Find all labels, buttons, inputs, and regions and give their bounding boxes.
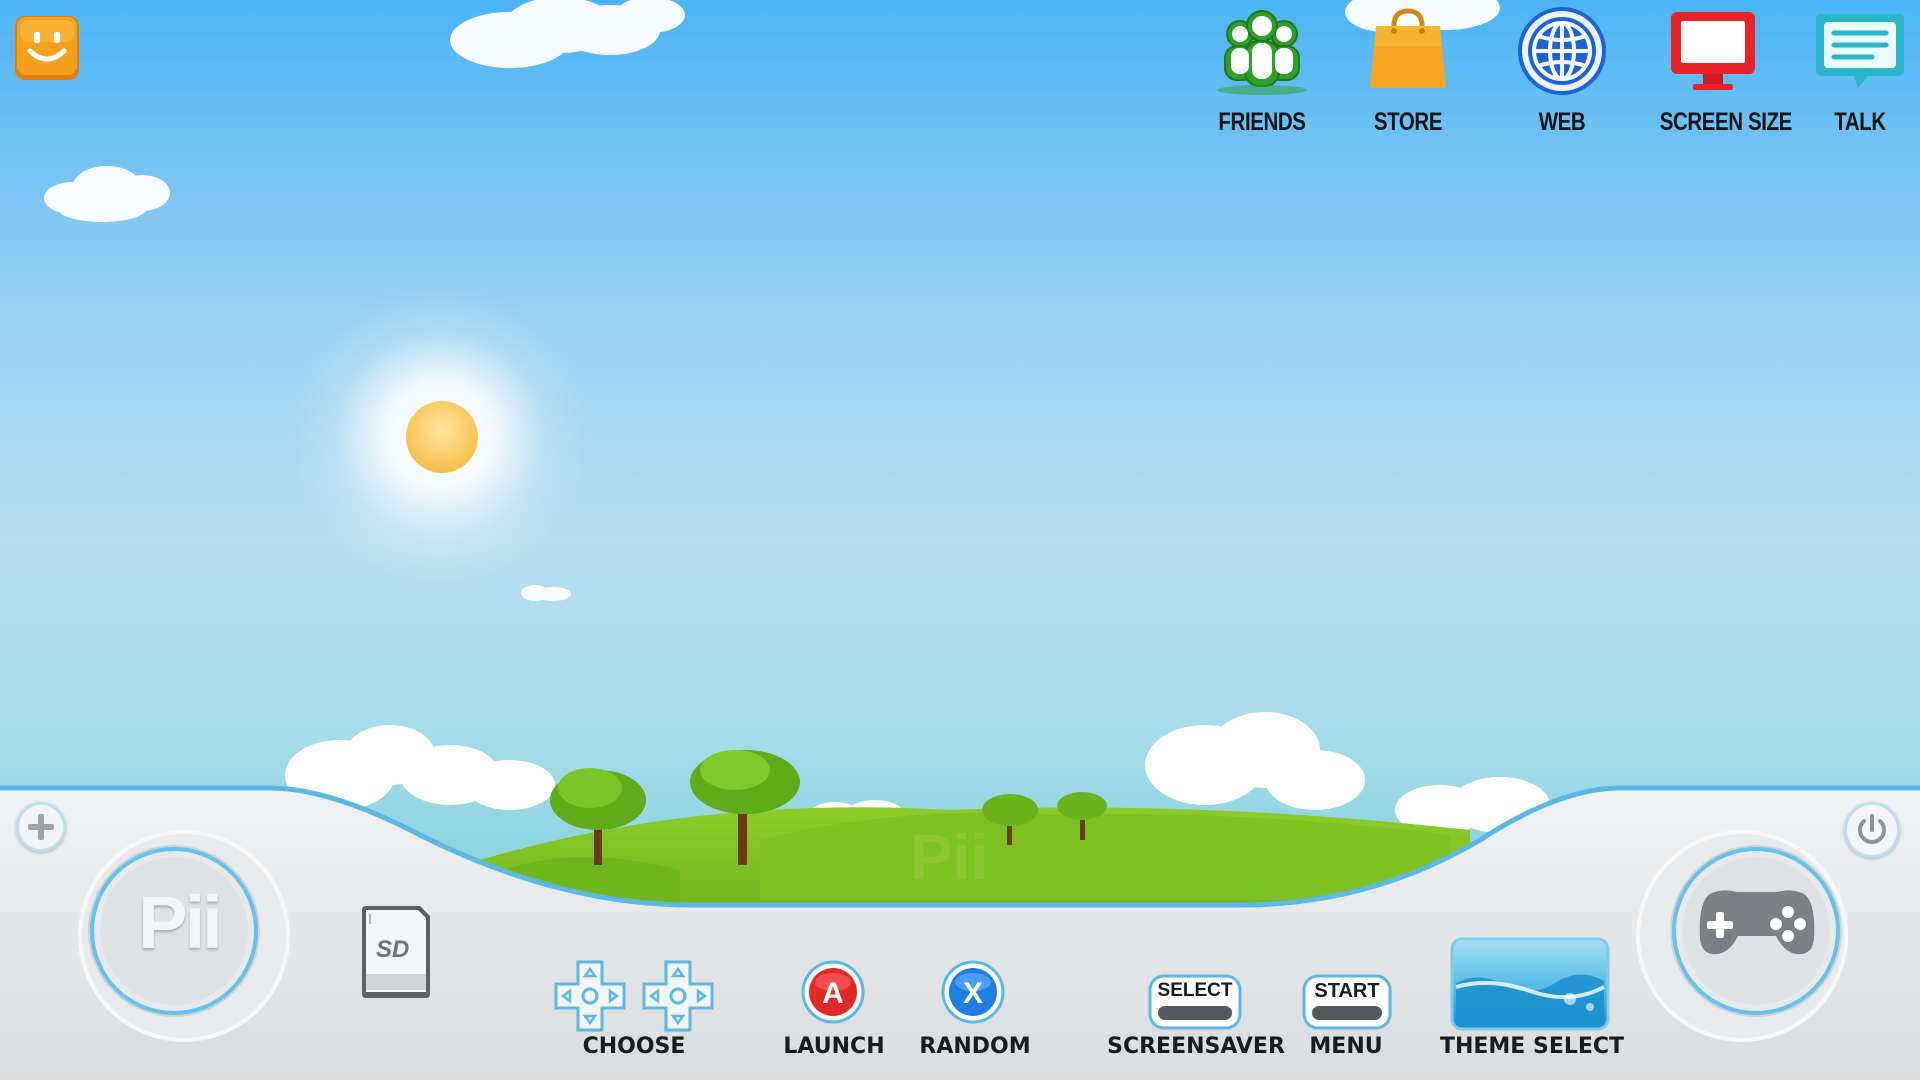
sd-card-button[interactable]: SD — [358, 902, 436, 1002]
app-label: FRIENDS — [1218, 108, 1306, 136]
start-glyph: START — [1314, 980, 1379, 1002]
choose-label: CHOOSE — [582, 1034, 686, 1059]
pii-watermark: Pii — [910, 821, 989, 893]
random-label: RANDOM — [919, 1034, 1031, 1059]
bottom-dock: Pii Pii SD CHOOSE A LAUNCH X RANDOM SELE… — [0, 750, 1920, 1080]
dpad-icon — [642, 960, 714, 1032]
x-button-icon[interactable]: X — [941, 960, 1005, 1024]
plus-icon — [28, 814, 54, 840]
monitor-icon — [1671, 12, 1755, 90]
theme-preview-icon[interactable] — [1450, 937, 1610, 1031]
launch-label: LAUNCH — [783, 1034, 885, 1059]
pii-logo: Pii — [138, 881, 222, 964]
power-button[interactable] — [1844, 802, 1900, 858]
talk-app[interactable]: TALK — [1795, 6, 1920, 137]
menu-label: MENU — [1309, 1034, 1383, 1059]
sd-card-label: SD — [376, 936, 410, 963]
screen-size-app[interactable]: SCREEN SIZE — [1648, 6, 1793, 137]
theme-select-label: THEME SELECT — [1439, 1034, 1625, 1059]
friends-app[interactable]: FRIENDS — [1197, 6, 1327, 137]
cloud — [44, 166, 170, 222]
shopping-bag-icon — [1370, 8, 1446, 88]
select-glyph: SELECT — [1158, 980, 1233, 1001]
sun — [290, 285, 590, 585]
web-app[interactable]: WEB — [1497, 6, 1627, 137]
app-label: TALK — [1834, 108, 1886, 136]
screensaver-label: SCREENSAVER — [1107, 1034, 1285, 1059]
cloud — [450, 0, 685, 68]
globe-icon — [1518, 7, 1606, 95]
app-label: SCREEN SIZE — [1659, 108, 1793, 136]
app-label: WEB — [1538, 108, 1586, 136]
store-app[interactable]: STORE — [1343, 6, 1473, 137]
trees — [550, 750, 1107, 865]
pii-logo-button[interactable]: Pii — [78, 830, 290, 1042]
start-button-icon[interactable]: START — [1302, 974, 1392, 1030]
select-button-icon[interactable]: SELECT — [1148, 974, 1242, 1030]
x-glyph: X — [963, 977, 983, 1010]
power-icon — [1858, 814, 1886, 844]
a-button-icon[interactable]: A — [801, 960, 865, 1024]
home-screen: FRIENDS STORE WEB SCREEN SIZE TALK Pii P… — [0, 0, 1920, 1080]
chat-bubble-icon — [1816, 14, 1904, 88]
controller-button[interactable] — [1636, 830, 1848, 1042]
a-glyph: A — [822, 977, 844, 1010]
dpad-icon — [554, 960, 626, 1032]
mii-smiley-icon[interactable] — [14, 15, 80, 81]
friends-icon — [1217, 10, 1307, 95]
add-button[interactable] — [16, 802, 66, 852]
app-label: STORE — [1373, 108, 1443, 136]
gamepad-icon — [1699, 890, 1815, 955]
